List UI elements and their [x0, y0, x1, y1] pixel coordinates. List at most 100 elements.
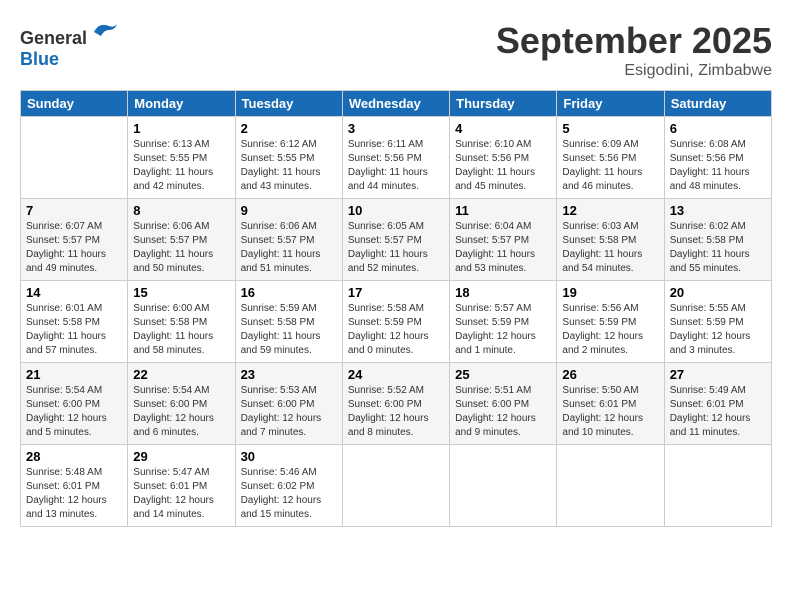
calendar-week-row: 21 Sunrise: 5:54 AM Sunset: 6:00 PM Dayli… [21, 363, 772, 445]
title-block: September 2025 Esigodini, Zimbabwe [496, 20, 772, 80]
calendar-day-cell: 2 Sunrise: 6:12 AM Sunset: 5:55 PM Daylig… [235, 117, 342, 199]
day-info: Sunrise: 6:13 AM Sunset: 5:55 PM Dayligh… [133, 138, 229, 194]
calendar-day-cell: 5Sunrise: 6:09 AM Sunset: 5:56 PM Daylig… [557, 117, 664, 199]
calendar-day-cell: 8 Sunrise: 6:06 AM Sunset: 5:57 PM Daylig… [128, 199, 235, 281]
calendar-day-cell: 7 Sunrise: 6:07 AM Sunset: 5:57 PM Daylig… [21, 199, 128, 281]
calendar-table: SundayMondayTuesdayWednesdayThursdayFrid… [20, 90, 772, 527]
day-number: 15 [133, 285, 229, 300]
calendar-day-cell: 26 Sunrise: 5:50 AM Sunset: 6:01 PM Dayli… [557, 363, 664, 445]
day-info: Sunrise: 6:03 AM Sunset: 5:58 PM Dayligh… [562, 220, 658, 276]
day-info: Sunrise: 5:59 AM Sunset: 5:58 PM Dayligh… [241, 302, 337, 358]
calendar-day-cell: 4 Sunrise: 6:10 AM Sunset: 5:56 PM Daylig… [450, 117, 557, 199]
day-info: Sunrise: 6:06 AM Sunset: 5:57 PM Dayligh… [133, 220, 229, 276]
calendar-day-cell [21, 117, 128, 199]
calendar-week-row: 14 Sunrise: 6:01 AM Sunset: 5:58 PM Dayli… [21, 281, 772, 363]
day-info: Sunrise: 6:02 AM Sunset: 5:58 PM Dayligh… [670, 220, 766, 276]
logo-general: General [20, 28, 87, 48]
calendar-header-cell: Friday [557, 91, 664, 117]
day-info: Sunrise: 6:05 AM Sunset: 5:57 PM Dayligh… [348, 220, 444, 276]
day-info: Sunrise: 5:47 AM Sunset: 6:01 PM Dayligh… [133, 466, 229, 522]
day-info: Sunrise: 5:46 AM Sunset: 6:02 PM Dayligh… [241, 466, 337, 522]
day-number: 11 [455, 203, 551, 218]
page-header: General Blue September 2025 Esigodini, Z… [20, 20, 772, 80]
calendar-day-cell: 23 Sunrise: 5:53 AM Sunset: 6:00 PM Dayli… [235, 363, 342, 445]
day-number: 24 [348, 367, 444, 382]
month-title: September 2025 [496, 20, 772, 62]
day-info: Sunrise: 5:50 AM Sunset: 6:01 PM Dayligh… [562, 384, 658, 440]
calendar-day-cell: 19 Sunrise: 5:56 AM Sunset: 5:59 PM Dayli… [557, 281, 664, 363]
calendar-day-cell: 12 Sunrise: 6:03 AM Sunset: 5:58 PM Dayli… [557, 199, 664, 281]
day-info: Sunrise: 6:09 AM Sunset: 5:56 PM Dayligh… [562, 138, 658, 194]
day-number: 4 [455, 121, 551, 136]
calendar-day-cell: 27 Sunrise: 5:49 AM Sunset: 6:01 PM Dayli… [664, 363, 771, 445]
day-number: 8 [133, 203, 229, 218]
day-number: 22 [133, 367, 229, 382]
day-number: 7 [26, 203, 122, 218]
day-info: Sunrise: 6:11 AM Sunset: 5:56 PM Dayligh… [348, 138, 444, 194]
calendar-week-row: 1Sunrise: 6:13 AM Sunset: 5:55 PM Daylig… [21, 117, 772, 199]
calendar-header-cell: Monday [128, 91, 235, 117]
calendar-header-cell: Thursday [450, 91, 557, 117]
calendar-day-cell: 29 Sunrise: 5:47 AM Sunset: 6:01 PM Dayli… [128, 445, 235, 527]
day-info: Sunrise: 6:10 AM Sunset: 5:56 PM Dayligh… [455, 138, 551, 194]
day-info: Sunrise: 5:54 AM Sunset: 6:00 PM Dayligh… [26, 384, 122, 440]
calendar-day-cell: 28Sunrise: 5:48 AM Sunset: 6:01 PM Dayli… [21, 445, 128, 527]
calendar-week-row: 7 Sunrise: 6:07 AM Sunset: 5:57 PM Daylig… [21, 199, 772, 281]
calendar-day-cell [450, 445, 557, 527]
calendar-day-cell: 21 Sunrise: 5:54 AM Sunset: 6:00 PM Dayli… [21, 363, 128, 445]
day-number: 20 [670, 285, 766, 300]
day-info: Sunrise: 5:57 AM Sunset: 5:59 PM Dayligh… [455, 302, 551, 358]
day-info: Sunrise: 5:54 AM Sunset: 6:00 PM Dayligh… [133, 384, 229, 440]
calendar-day-cell: 1Sunrise: 6:13 AM Sunset: 5:55 PM Daylig… [128, 117, 235, 199]
day-number: 2 [241, 121, 337, 136]
day-number: 18 [455, 285, 551, 300]
day-number: 19 [562, 285, 658, 300]
day-info: Sunrise: 5:58 AM Sunset: 5:59 PM Dayligh… [348, 302, 444, 358]
calendar-day-cell: 18 Sunrise: 5:57 AM Sunset: 5:59 PM Dayli… [450, 281, 557, 363]
logo: General Blue [20, 20, 119, 70]
logo-text: General Blue [20, 20, 119, 70]
location: Esigodini, Zimbabwe [496, 62, 772, 80]
day-number: 3 [348, 121, 444, 136]
day-info: Sunrise: 6:07 AM Sunset: 5:57 PM Dayligh… [26, 220, 122, 276]
calendar-day-cell: 24Sunrise: 5:52 AM Sunset: 6:00 PM Dayli… [342, 363, 449, 445]
calendar-day-cell: 15Sunrise: 6:00 AM Sunset: 5:58 PM Dayli… [128, 281, 235, 363]
calendar-day-cell: 9 Sunrise: 6:06 AM Sunset: 5:57 PM Daylig… [235, 199, 342, 281]
day-number: 21 [26, 367, 122, 382]
day-number: 12 [562, 203, 658, 218]
day-number: 26 [562, 367, 658, 382]
day-info: Sunrise: 6:04 AM Sunset: 5:57 PM Dayligh… [455, 220, 551, 276]
day-number: 30 [241, 449, 337, 464]
day-number: 29 [133, 449, 229, 464]
calendar-day-cell: 3 Sunrise: 6:11 AM Sunset: 5:56 PM Daylig… [342, 117, 449, 199]
day-info: Sunrise: 6:12 AM Sunset: 5:55 PM Dayligh… [241, 138, 337, 194]
day-number: 25 [455, 367, 551, 382]
logo-bird-icon [89, 20, 119, 44]
day-info: Sunrise: 5:55 AM Sunset: 5:59 PM Dayligh… [670, 302, 766, 358]
calendar-day-cell: 17Sunrise: 5:58 AM Sunset: 5:59 PM Dayli… [342, 281, 449, 363]
day-number: 14 [26, 285, 122, 300]
calendar-body: 1Sunrise: 6:13 AM Sunset: 5:55 PM Daylig… [21, 117, 772, 527]
day-info: Sunrise: 5:56 AM Sunset: 5:59 PM Dayligh… [562, 302, 658, 358]
day-info: Sunrise: 6:01 AM Sunset: 5:58 PM Dayligh… [26, 302, 122, 358]
day-info: Sunrise: 5:49 AM Sunset: 6:01 PM Dayligh… [670, 384, 766, 440]
calendar-header-cell: Tuesday [235, 91, 342, 117]
calendar-day-cell: 20 Sunrise: 5:55 AM Sunset: 5:59 PM Dayli… [664, 281, 771, 363]
calendar-header-row: SundayMondayTuesdayWednesdayThursdayFrid… [21, 91, 772, 117]
day-number: 27 [670, 367, 766, 382]
day-number: 10 [348, 203, 444, 218]
calendar-header-cell: Saturday [664, 91, 771, 117]
day-number: 6 [670, 121, 766, 136]
day-info: Sunrise: 6:06 AM Sunset: 5:57 PM Dayligh… [241, 220, 337, 276]
day-info: Sunrise: 5:48 AM Sunset: 6:01 PM Dayligh… [26, 466, 122, 522]
calendar-day-cell: 13Sunrise: 6:02 AM Sunset: 5:58 PM Dayli… [664, 199, 771, 281]
day-number: 23 [241, 367, 337, 382]
day-info: Sunrise: 5:53 AM Sunset: 6:00 PM Dayligh… [241, 384, 337, 440]
calendar-week-row: 28Sunrise: 5:48 AM Sunset: 6:01 PM Dayli… [21, 445, 772, 527]
calendar-day-cell: 14 Sunrise: 6:01 AM Sunset: 5:58 PM Dayli… [21, 281, 128, 363]
calendar-day-cell: 6Sunrise: 6:08 AM Sunset: 5:56 PM Daylig… [664, 117, 771, 199]
calendar-header-cell: Sunday [21, 91, 128, 117]
day-number: 9 [241, 203, 337, 218]
calendar-day-cell: 22 Sunrise: 5:54 AM Sunset: 6:00 PM Dayli… [128, 363, 235, 445]
logo-blue: Blue [20, 49, 59, 69]
